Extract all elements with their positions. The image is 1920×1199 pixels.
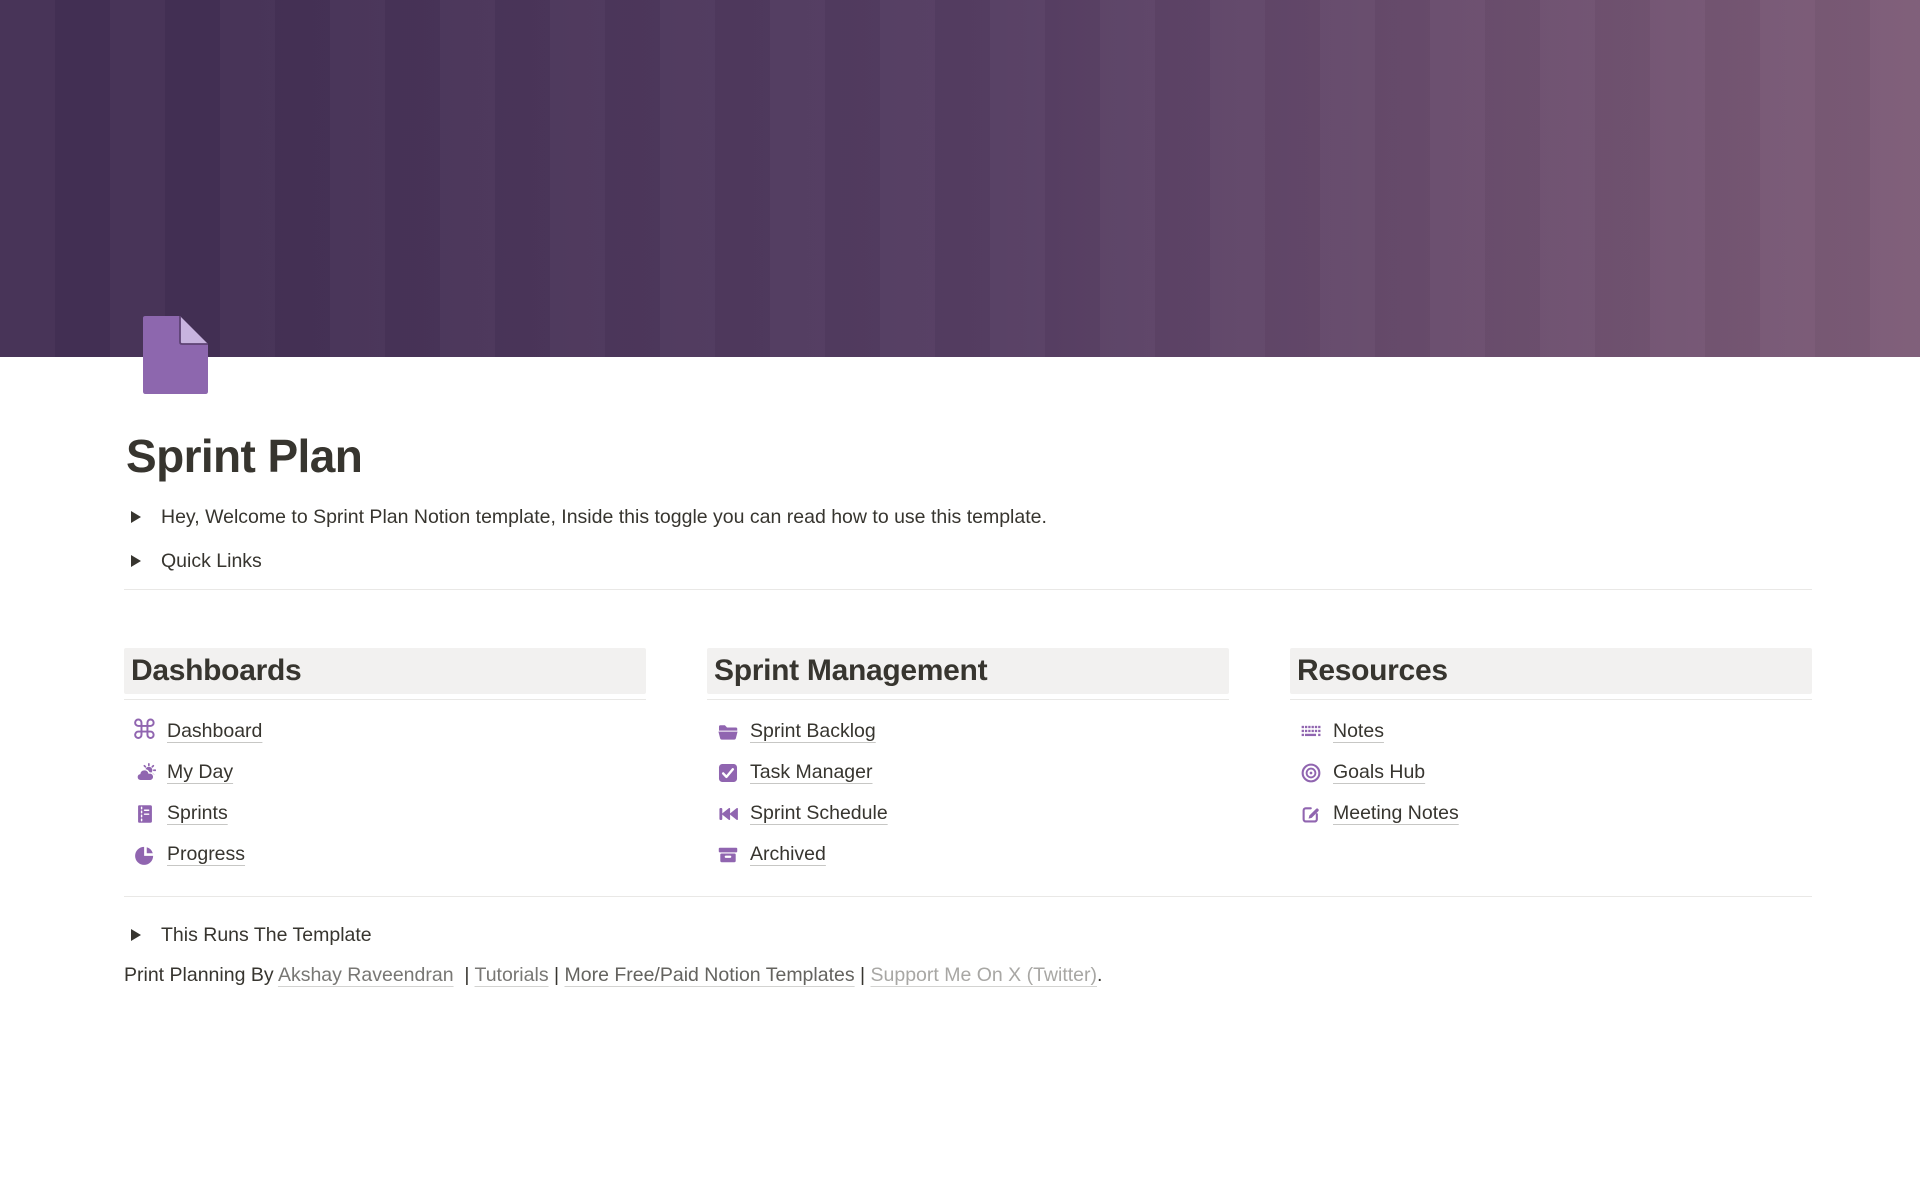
page-link-notes[interactable]: Notes <box>1333 720 1384 743</box>
page-link-list: Sprint Backlog Task Manager Sprint Schedul… <box>707 700 1229 875</box>
page-link-archived[interactable]: Archived <box>750 843 826 866</box>
toggle-arrow-icon[interactable] <box>124 929 148 941</box>
folder-open-icon <box>716 720 739 743</box>
pie-chart-icon <box>133 843 156 866</box>
toggle-label: Quick Links <box>161 550 262 573</box>
page-link-row: Sprint Schedule <box>707 793 1229 834</box>
toggle-arrow-icon[interactable] <box>124 511 148 523</box>
section-heading: Dashboards <box>124 648 646 694</box>
page-title[interactable]: Sprint Plan <box>126 433 1812 479</box>
footer-text: . <box>1097 964 1102 986</box>
footer-text: Print Planning By <box>124 964 278 986</box>
toggle-label: This Runs The Template <box>161 924 372 947</box>
page-link-row: Meeting Notes <box>1290 793 1812 834</box>
footer-link-tutorials[interactable]: Tutorials <box>475 964 549 986</box>
footer-link-more-free-paid-notion-templates[interactable]: More Free/Paid Notion Templates <box>564 964 854 986</box>
page-link-row: My Day <box>124 752 646 793</box>
page-link-row: Task Manager <box>707 752 1229 793</box>
page-link-row: Notes <box>1290 711 1812 752</box>
footer-credits: Print Planning By Akshay Raveendran | Tu… <box>124 962 1812 989</box>
sun-behind-cloud-icon <box>133 761 156 784</box>
section-resources: Resources Notes Goals Hub Meeting Notes <box>1290 648 1812 875</box>
edit-square-icon <box>1299 802 1322 825</box>
keyboard-icon <box>1299 720 1322 743</box>
footer-text: | <box>549 964 565 986</box>
archive-box-icon <box>716 843 739 866</box>
page-link-meeting-notes[interactable]: Meeting Notes <box>1333 802 1459 825</box>
page-link-list: ⌘ Dashboard My Day Sprints Progress <box>124 700 646 875</box>
page-link-row: Goals Hub <box>1290 752 1812 793</box>
toggle-welcome[interactable]: Hey, Welcome to Sprint Plan Notion templ… <box>124 495 1812 539</box>
page-link-dashboard[interactable]: Dashboard <box>167 720 262 743</box>
toggle-quick-links[interactable]: Quick Links <box>124 539 1812 583</box>
section-heading: Sprint Management <box>707 648 1229 694</box>
page-link-goals-hub[interactable]: Goals Hub <box>1333 761 1425 784</box>
page-link-row: ⌘ Dashboard <box>124 711 646 752</box>
command-icon: ⌘ <box>133 720 156 743</box>
divider <box>124 896 1812 897</box>
divider <box>124 589 1812 590</box>
page-link-my-day[interactable]: My Day <box>167 761 233 784</box>
checkbox-checked-icon <box>716 761 739 784</box>
page-link-progress[interactable]: Progress <box>167 843 245 866</box>
target-icon <box>1299 761 1322 784</box>
page-link-row: Sprints <box>124 793 646 834</box>
page-link-list: Notes Goals Hub Meeting Notes <box>1290 700 1812 834</box>
section-dashboards: Dashboards ⌘ Dashboard My Day Sprints Progres… <box>124 648 646 875</box>
section-heading: Resources <box>1290 648 1812 694</box>
page-content: Sprint Plan Hey, Welcome to Sprint Plan … <box>124 0 1812 989</box>
page-link-sprint-schedule[interactable]: Sprint Schedule <box>750 802 888 825</box>
page-link-sprint-backlog[interactable]: Sprint Backlog <box>750 720 876 743</box>
section-sprint-management: Sprint Management Sprint Backlog Task Mana… <box>707 648 1229 875</box>
page-link-sprints[interactable]: Sprints <box>167 802 228 825</box>
toggle-arrow-icon[interactable] <box>124 555 148 567</box>
page-link-row: Archived <box>707 834 1229 875</box>
footer-link-akshay-raveendran[interactable]: Akshay Raveendran <box>278 964 454 986</box>
rewind-icon <box>716 802 739 825</box>
section-heading-text: Sprint Management <box>714 654 987 688</box>
link-columns: Dashboards ⌘ Dashboard My Day Sprints Progres… <box>124 648 1812 875</box>
page-link-task-manager[interactable]: Task Manager <box>750 761 872 784</box>
footer-text: | <box>855 964 871 986</box>
toggle-this-runs-the-template[interactable]: This Runs The Template <box>124 913 1812 957</box>
toggle-label: Hey, Welcome to Sprint Plan Notion templ… <box>161 506 1047 529</box>
journal-page-icon <box>133 802 156 825</box>
section-heading-text: Dashboards <box>131 654 301 688</box>
footer-link-support-me-on-x-twitter[interactable]: Support Me On X (Twitter) <box>871 964 1098 986</box>
page-link-row: Progress <box>124 834 646 875</box>
section-heading-text: Resources <box>1297 654 1448 688</box>
page-link-row: Sprint Backlog <box>707 711 1229 752</box>
footer-text: | <box>454 964 475 986</box>
